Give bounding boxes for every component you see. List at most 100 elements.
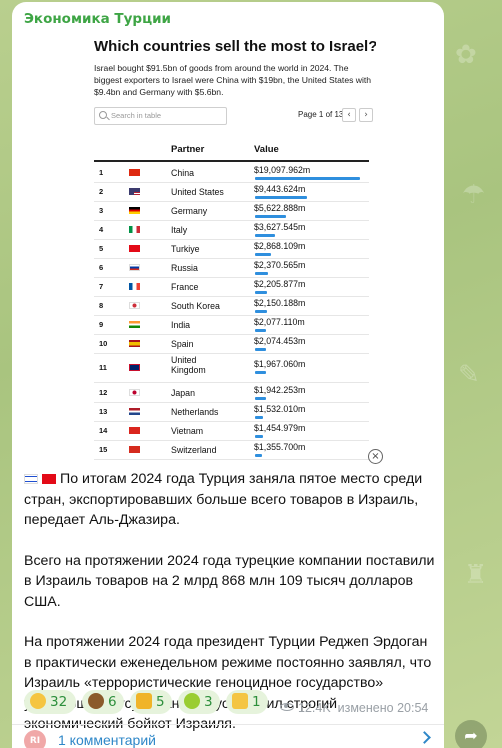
row-partner: Vietnam <box>171 426 204 436</box>
channel-name[interactable]: Экономика Турции <box>24 11 171 27</box>
row-value-bar <box>255 234 275 237</box>
row-rank: 1 <box>99 168 104 177</box>
in-flag-icon <box>129 321 140 328</box>
row-rank: 4 <box>99 225 104 234</box>
row-rank: 10 <box>99 339 108 348</box>
row-rank: 2 <box>99 187 104 196</box>
table-row: 12 Japan $1,942.253m <box>94 384 369 403</box>
row-value: $1,454.979m <box>254 423 306 433</box>
share-button[interactable]: ➦ <box>455 720 487 748</box>
post-paragraph-3: На протяжении 2024 года президент Турции… <box>24 634 432 732</box>
row-partner: United Kingdom <box>171 355 206 375</box>
column-header-partner: Partner <box>171 144 205 155</box>
comments-divider <box>12 724 444 725</box>
table-row: 6 Russia $2,370.565m <box>94 259 369 278</box>
row-value-bar <box>255 177 360 180</box>
reaction-count: 6 <box>108 694 117 710</box>
tr-flag-icon <box>129 245 140 252</box>
avatar: RI <box>24 730 46 748</box>
chart-image[interactable]: Which countries sell the most to Israel?… <box>14 32 376 464</box>
reaction-grinning[interactable]: 32 <box>24 690 76 714</box>
row-rank: 6 <box>99 263 104 272</box>
table-row: 5 Turkiye $2,868.109m <box>94 240 369 259</box>
table-row: 7 France $2,205.877m <box>94 278 369 297</box>
row-value-bar <box>255 310 267 313</box>
it-flag-icon <box>129 226 140 233</box>
row-rank: 13 <box>99 407 108 416</box>
grinning-face-icon <box>30 693 46 709</box>
message-time: 20:54 <box>397 701 429 715</box>
row-partner: Spain <box>171 339 194 349</box>
row-value: $9,443.624m <box>254 184 306 194</box>
table-row: 9 India $2,077.110m <box>94 316 369 335</box>
ch-flag-icon <box>129 446 140 453</box>
chart-table: Which countries sell the most to Israel?… <box>89 32 376 464</box>
table-row: 11 United Kingdom $1,967.060m <box>94 354 369 383</box>
row-partner: Turkiye <box>171 244 200 254</box>
prev-page-button[interactable]: ‹ <box>342 108 356 122</box>
reaction-count: 5 <box>156 694 165 710</box>
reaction-thumbs-down[interactable]: 1 <box>226 690 268 714</box>
edited-label: изменено <box>337 701 394 715</box>
row-rank: 3 <box>99 206 104 215</box>
row-value: $2,150.188m <box>254 298 306 308</box>
background-doodle: ♜ <box>464 560 488 590</box>
table-search-input[interactable]: Search in table <box>94 107 227 125</box>
close-icon[interactable]: × <box>368 449 383 464</box>
row-value: $2,077.110m <box>254 317 305 327</box>
de-flag-icon <box>129 207 140 214</box>
row-value: $2,868.109m <box>254 241 306 251</box>
background-doodle: ☂ <box>462 180 486 210</box>
table-row: 1 China $19,097.962m <box>94 164 369 183</box>
table-row: 4 Italy $3,627.545m <box>94 221 369 240</box>
row-value-bar <box>255 291 267 294</box>
row-partner: India <box>171 320 191 330</box>
reaction-nauseated[interactable]: 3 <box>178 690 220 714</box>
row-value-bar <box>255 416 263 419</box>
gb-flag-icon <box>129 364 140 371</box>
row-partner: Germany <box>171 206 208 216</box>
row-rank: 9 <box>99 320 104 329</box>
turkey-flag-icon <box>42 474 56 484</box>
table-row: 14 Vietnam $1,454.979m <box>94 422 369 441</box>
fr-flag-icon <box>129 283 140 290</box>
kr-flag-icon <box>129 302 140 309</box>
us-flag-icon <box>129 188 140 195</box>
es-flag-icon <box>129 340 140 347</box>
poop-icon <box>88 693 104 709</box>
table-row: 2 United States $9,443.624m <box>94 183 369 202</box>
row-value: $3,627.545m <box>254 222 306 232</box>
row-value-bar <box>255 215 286 218</box>
post-paragraph-2: Всего на протяжении 2024 года турецкие к… <box>24 552 435 610</box>
trophy-icon <box>136 693 152 709</box>
table-row: 3 Germany $5,622.888m <box>94 202 369 221</box>
row-value-bar <box>255 397 266 400</box>
reaction-poop[interactable]: 6 <box>82 690 124 714</box>
row-value-bar <box>255 196 307 199</box>
row-value: $1,942.253m <box>254 385 306 395</box>
cn-flag-icon <box>129 169 140 176</box>
reaction-trophy[interactable]: 5 <box>130 690 172 714</box>
row-value: $1,967.060m <box>254 359 306 369</box>
message-meta: 12.4K изменено 20:54 <box>280 701 428 715</box>
chart-title: Which countries sell the most to Israel? <box>94 38 376 55</box>
comments-link[interactable]: 1 комментарий <box>58 732 156 748</box>
row-value: $5,622.888m <box>254 203 306 213</box>
next-page-button[interactable]: › <box>359 108 373 122</box>
row-partner: Russia <box>171 263 198 273</box>
views-count: 12.4K <box>298 701 331 715</box>
row-rank: 8 <box>99 301 104 310</box>
jp-flag-icon <box>129 389 140 396</box>
row-value-bar <box>255 454 262 457</box>
column-header-value: Value <box>254 144 279 155</box>
reaction-count: 3 <box>204 694 213 710</box>
row-partner: France <box>171 282 199 292</box>
nauseated-face-icon <box>184 693 200 709</box>
reaction-count: 1 <box>252 694 261 710</box>
message-bubble: Экономика Турции Which countries sell th… <box>12 2 444 748</box>
row-rank: 12 <box>99 388 108 397</box>
row-rank: 14 <box>99 426 108 435</box>
post-paragraph-1-text: По итогам 2024 года Турция заняла пятое … <box>24 471 423 528</box>
row-partner: Japan <box>171 388 195 398</box>
share-icon: ➦ <box>464 726 478 745</box>
